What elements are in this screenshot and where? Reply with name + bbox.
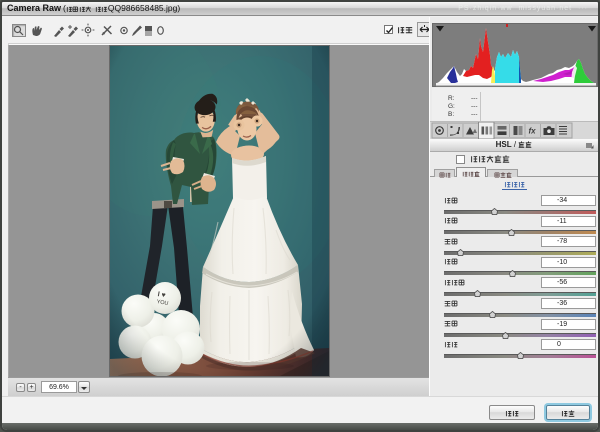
svg-text:fx: fx (529, 127, 537, 136)
